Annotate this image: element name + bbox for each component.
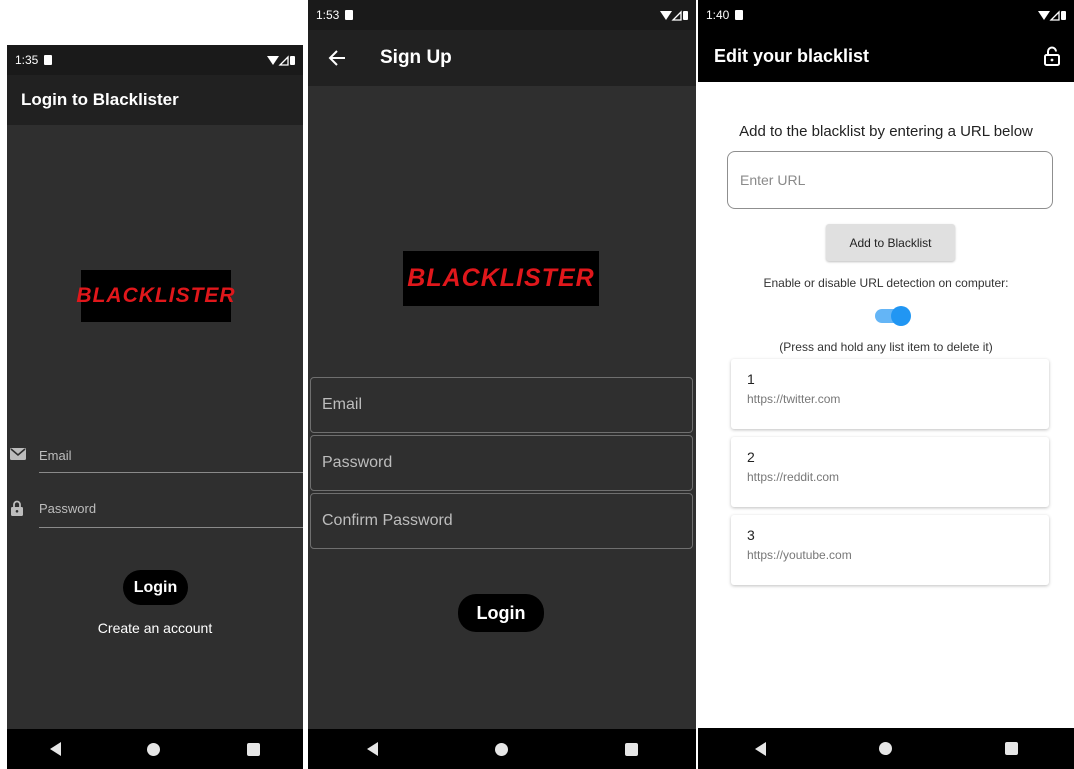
system-nav-bar: [7, 729, 303, 769]
nav-recents-icon[interactable]: [624, 742, 638, 756]
password-field[interactable]: Password: [310, 435, 693, 491]
list-item-number: 1: [747, 371, 755, 387]
password-field[interactable]: Password: [39, 501, 96, 516]
email-field[interactable]: Email: [39, 448, 72, 463]
confirm-password-field[interactable]: Confirm Password: [310, 493, 693, 549]
confirm-password-placeholder: Confirm Password: [322, 512, 453, 529]
signal-battery-icons: [267, 54, 295, 66]
system-nav-bar: [698, 728, 1074, 769]
wifi-signal-battery-icon: [660, 9, 688, 21]
delete-hint: (Press and hold any list item to delete …: [779, 340, 993, 354]
login-button-label: Login: [133, 578, 178, 596]
status-bar: 1:40: [698, 0, 1074, 30]
list-item-number: 2: [747, 449, 755, 465]
login-button[interactable]: Login: [458, 594, 544, 632]
email-field[interactable]: Email: [310, 377, 693, 433]
list-item-url: https://twitter.com: [747, 392, 841, 406]
nav-back-icon[interactable]: [366, 742, 378, 756]
password-underline: [39, 527, 303, 528]
logo-text: BLACKLISTER: [407, 264, 595, 292]
login-button[interactable]: Login: [123, 570, 188, 605]
url-detection-toggle[interactable]: [875, 306, 911, 326]
signup-screen: 1:53 Sign Up BLACKLISTER Email Password …: [308, 0, 696, 769]
password-placeholder: Password: [322, 454, 393, 471]
url-input[interactable]: Enter URL: [727, 151, 1053, 209]
app-logo: BLACKLISTER: [76, 270, 235, 322]
nav-recents-icon[interactable]: [246, 742, 260, 756]
back-arrow-icon[interactable]: [328, 50, 346, 66]
wifi-signal-battery-icon: [1038, 9, 1066, 21]
toggle-thumb: [891, 306, 911, 326]
sim-card-icon: [345, 10, 354, 20]
nav-back-icon[interactable]: [754, 741, 766, 756]
nav-recents-icon[interactable]: [1004, 742, 1018, 755]
url-placeholder: Enter URL: [740, 172, 806, 188]
email-underline: [39, 472, 303, 473]
app-bar: Edit your blacklist: [698, 30, 1074, 82]
login-button-label: Login: [476, 602, 526, 623]
list-item[interactable]: 1 https://twitter.com: [731, 359, 1049, 429]
sim-card-icon: [735, 10, 744, 20]
create-account-link[interactable]: Create an account: [7, 620, 303, 636]
nav-home-icon[interactable]: [878, 742, 892, 755]
add-to-blacklist-button[interactable]: Add to Blacklist: [826, 224, 955, 261]
nav-back-icon[interactable]: [50, 742, 62, 756]
status-time: 1:35: [15, 53, 39, 67]
login-screen: 1:35 Login to Blacklister BLACKLISTER Em…: [7, 45, 303, 769]
logo-text: BLACKLISTER: [76, 284, 236, 307]
wifi-signal-battery-icon: [267, 54, 295, 66]
list-item[interactable]: 2 https://reddit.com: [731, 437, 1049, 507]
add-button-label: Add to Blacklist: [849, 235, 932, 250]
app-bar: Login to Blacklister: [7, 75, 303, 125]
signal-battery-icons: [1038, 9, 1066, 21]
list-item[interactable]: 3 https://youtube.com: [731, 515, 1049, 585]
password-row[interactable]: Password: [7, 493, 303, 529]
mail-icon: [10, 448, 26, 460]
status-bar: 1:35: [7, 45, 303, 75]
list-item-url: https://reddit.com: [747, 470, 840, 484]
status-time: 1:40: [706, 8, 730, 22]
status-bar: 1:53: [308, 0, 696, 30]
system-nav-bar: [308, 729, 696, 769]
page-title: Edit your blacklist: [714, 45, 870, 66]
email-placeholder: Email: [322, 396, 363, 413]
unlock-icon[interactable]: [1044, 46, 1060, 66]
sim-card-icon: [44, 55, 53, 65]
page-title: Sign Up: [380, 47, 452, 68]
list-item-url: https://youtube.com: [747, 548, 852, 562]
nav-home-icon[interactable]: [147, 742, 161, 756]
list-item-number: 3: [747, 527, 755, 543]
nav-home-icon[interactable]: [494, 742, 508, 756]
lock-icon: [11, 500, 23, 516]
app-bar: Sign Up: [308, 30, 696, 86]
app-logo: BLACKLISTER: [403, 251, 599, 306]
email-row[interactable]: Email: [7, 440, 303, 474]
signal-battery-icons: [660, 9, 688, 21]
toggle-label: Enable or disable URL detection on compu…: [763, 276, 1009, 290]
status-time: 1:53: [316, 8, 340, 22]
instruction-text: Add to the blacklist by entering a URL b…: [739, 123, 1033, 140]
page-title: Login to Blacklister: [21, 90, 179, 109]
edit-blacklist-screen: 1:40 Edit your blacklist Add to the blac…: [698, 0, 1074, 769]
